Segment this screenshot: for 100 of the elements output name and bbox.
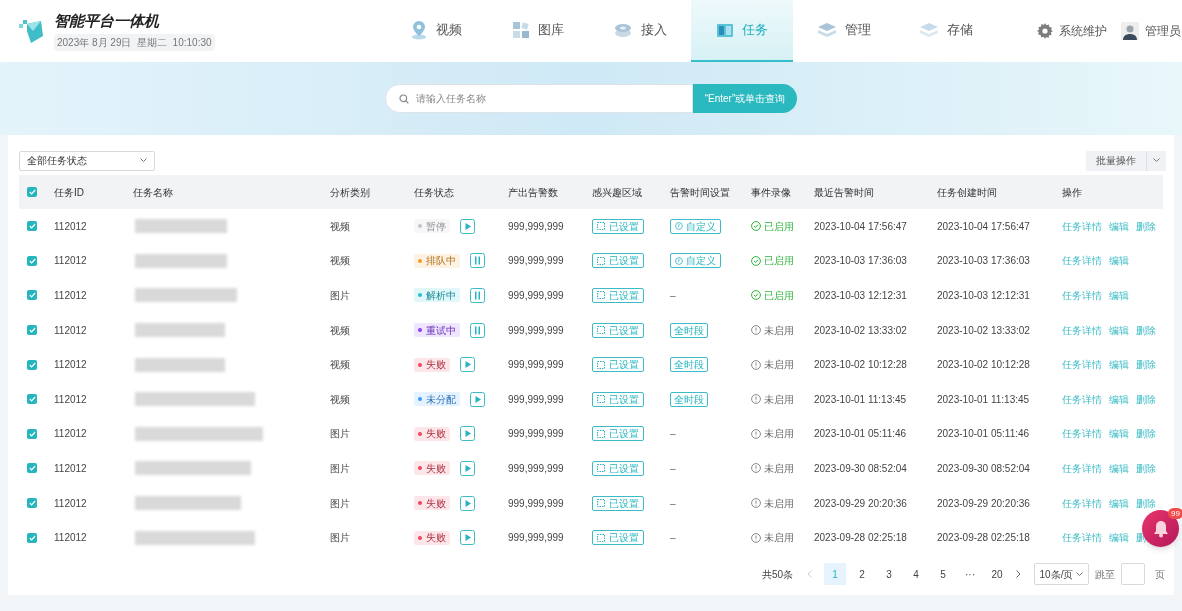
table-cell: 2023-10-01 11:13:45 <box>937 393 1030 405</box>
status-filter-dropdown[interactable]: 全部任务状态 <box>19 150 155 171</box>
table-cell: 2023-10-02 13:33:02 <box>937 324 1030 336</box>
date-time: 2023年 8月 29日 星期二 10:10:30 <box>54 34 215 51</box>
column-header: 产出告警数 <box>508 186 558 198</box>
recording-status: 未启用 <box>751 391 794 407</box>
table-cell: 视频 <box>330 255 350 267</box>
action-link[interactable]: 任务详情 <box>1062 460 1102 476</box>
table-cell: 112012 <box>54 220 87 232</box>
action-link[interactable]: 编辑 <box>1109 218 1129 234</box>
alert-time-tag: 全时段 <box>670 357 708 373</box>
action-link[interactable]: 编辑 <box>1109 495 1129 511</box>
page-button[interactable]: 5 <box>932 563 954 585</box>
table-cell: 图片 <box>330 290 350 301</box>
roi-tag: 已设置 <box>592 322 644 338</box>
action-link[interactable]: 编辑 <box>1109 357 1129 373</box>
action-link[interactable]: 编辑 <box>1109 322 1129 338</box>
alert-time-tag: 自定义 <box>670 253 721 269</box>
table-cell-text: – <box>670 496 676 511</box>
table-cell: 2023-09-29 20:20:36 <box>937 497 1030 509</box>
table-cell-text: – <box>670 461 676 476</box>
action-link[interactable]: 任务详情 <box>1062 357 1102 373</box>
action-link[interactable]: 任务详情 <box>1062 495 1102 511</box>
system-maintenance-link[interactable]: 系统维护 <box>1036 22 1107 40</box>
action-link[interactable]: 任务详情 <box>1062 322 1102 338</box>
table-cell: 2023-10-03 12:12:31 <box>937 290 1030 301</box>
action-link[interactable]: 删除 <box>1136 322 1156 338</box>
recording-status: 未启用 <box>751 322 794 338</box>
recording-status: 未启用 <box>751 495 794 511</box>
notification-count-badge: 99 <box>1168 508 1182 519</box>
column-header: 告警时间设置 <box>670 186 730 198</box>
action-link[interactable]: 删除 <box>1136 495 1156 511</box>
nav-tab[interactable]: 视频 <box>384 0 487 62</box>
page-suffix: 页 <box>1155 567 1165 582</box>
action-link[interactable]: 编辑 <box>1109 426 1129 442</box>
table-cell: 112012 <box>54 359 87 371</box>
table-cell: 999,999,999 <box>508 393 564 405</box>
table-cell: 2023-10-04 17:56:47 <box>814 220 907 232</box>
action-link[interactable]: 编辑 <box>1109 391 1129 407</box>
column-header: 分析类别 <box>330 186 370 198</box>
page-button[interactable]: 2 <box>851 563 873 585</box>
page-button[interactable]: 4 <box>905 563 927 585</box>
page-button[interactable]: 20 <box>986 563 1008 585</box>
table-cell: 999,999,999 <box>508 324 564 336</box>
action-link[interactable]: 任务详情 <box>1062 218 1102 234</box>
nav-tab[interactable]: 图库 <box>486 0 589 62</box>
roi-tag: 已设置 <box>592 253 644 269</box>
status-badge: 暂停 <box>414 219 450 234</box>
table-cell: 2023-09-30 08:52:04 <box>937 462 1030 474</box>
search-button[interactable]: “Enter”或单击查询 <box>693 84 797 113</box>
action-link[interactable]: 编辑 <box>1109 460 1129 476</box>
search-field[interactable]: 请输入任务名称 <box>385 84 693 113</box>
action-link[interactable]: 删除 <box>1136 218 1156 234</box>
nav-tab[interactable]: 管理 <box>792 0 895 62</box>
action-link[interactable]: 删除 <box>1136 391 1156 407</box>
table-cell-text: – <box>670 531 676 546</box>
page-button[interactable]: ··· <box>959 563 981 585</box>
table-cell: 2023-10-01 05:11:46 <box>814 428 907 440</box>
action-link[interactable]: 编辑 <box>1109 530 1129 546</box>
page-size-dropdown[interactable]: 10条/页 <box>1034 563 1089 585</box>
nav-tab[interactable]: 存储 <box>894 0 997 62</box>
roi-tag: 已设置 <box>592 288 644 303</box>
page-button[interactable]: 3 <box>878 563 900 585</box>
action-link[interactable]: 任务详情 <box>1062 391 1102 407</box>
column-header: 事件录像 <box>751 186 791 198</box>
table-cell: 图片 <box>330 428 350 440</box>
page-button[interactable]: 1 <box>824 563 846 585</box>
action-link[interactable]: 任务详情 <box>1062 426 1102 442</box>
table-cell-text: – <box>670 427 676 442</box>
user-menu[interactable]: 管理员 <box>1120 22 1182 40</box>
table-cell: 999,999,999 <box>508 290 564 301</box>
status-badge: 失败 <box>414 530 450 545</box>
batch-actions-button[interactable]: 批量操作 <box>1086 150 1146 171</box>
table-cell: 999,999,999 <box>508 462 564 474</box>
table-cell: 2023-10-02 10:12:28 <box>937 359 1030 371</box>
table-cell: 2023-10-04 17:56:47 <box>937 220 1030 232</box>
recording-status: 未启用 <box>751 357 794 373</box>
alert-time-tag: 全时段 <box>670 322 708 338</box>
status-badge: 重试中 <box>414 323 460 338</box>
action-link[interactable]: 任务详情 <box>1062 530 1102 546</box>
table-cell: 2023-09-28 02:25:18 <box>937 532 1030 544</box>
table-cell: 视频 <box>330 324 350 336</box>
action-link[interactable]: 删除 <box>1136 426 1156 442</box>
action-link[interactable]: 任务详情 <box>1062 253 1102 269</box>
action-link[interactable]: 删除 <box>1136 357 1156 373</box>
nav-tab[interactable]: 任务 <box>690 0 793 62</box>
status-badge: 未分配 <box>414 392 460 407</box>
roi-tag: 已设置 <box>592 357 644 373</box>
action-link[interactable]: 编辑 <box>1109 253 1129 269</box>
roi-tag: 已设置 <box>592 495 644 511</box>
action-link[interactable]: 编辑 <box>1109 288 1129 303</box>
nav-tab[interactable]: 接入 <box>588 0 691 62</box>
table-cell: 2023-10-02 13:33:02 <box>814 324 907 336</box>
table-cell: 2023-10-02 10:12:28 <box>814 359 907 371</box>
table-cell: 视频 <box>330 220 350 232</box>
table-cell-text: – <box>670 289 676 303</box>
action-link[interactable]: 任务详情 <box>1062 288 1102 303</box>
table-cell: 2023-10-03 17:36:03 <box>814 255 907 267</box>
table-cell: 2023-09-29 20:20:36 <box>814 497 907 509</box>
action-link[interactable]: 删除 <box>1136 460 1156 476</box>
